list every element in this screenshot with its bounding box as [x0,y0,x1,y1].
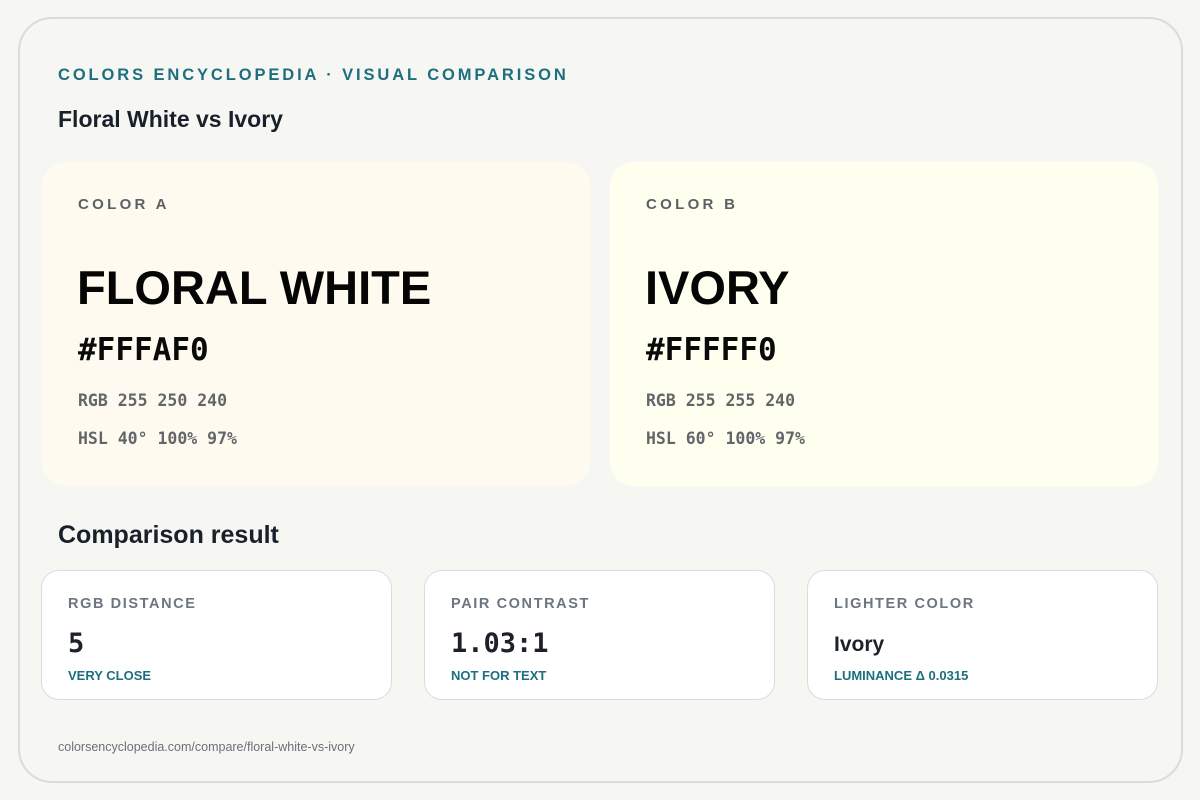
comparison-title: Comparison result [58,521,279,549]
metric-value: 5 [68,628,85,659]
color-b-name: IVORY [645,261,790,314]
color-b-rgb: RGB 255 255 240 [646,391,796,410]
metric-card-rgb-distance: RGB DISTANCE 5 VERY CLOSE [41,570,392,700]
metric-label: LIGHTER COLOR [834,596,975,612]
metric-value: Ivory [834,633,885,656]
metric-note: VERY CLOSE [68,668,152,683]
site-eyebrow: COLORS ENCYCLOPEDIA · VISUAL COMPARISON [58,66,569,84]
metric-note: LUMINANCE Δ 0.0315 [834,668,969,683]
color-card-b: COLOR B IVORY #FFFFF0 RGB 255 255 240 HS… [610,162,1158,486]
color-a-label: COLOR A [78,196,170,213]
metric-card-lighter-color: LIGHTER COLOR Ivory LUMINANCE Δ 0.0315 [807,570,1158,700]
color-a-hsl: HSL 40° 100% 97% [78,429,237,448]
metric-value: 1.03:1 [451,628,549,659]
footer-url: colorsencyclopedia.com/compare/floral-wh… [58,740,355,754]
color-a-hex: #FFFAF0 [78,332,209,368]
page-title: Floral White vs Ivory [58,106,283,132]
metric-note: NOT FOR TEXT [451,668,547,683]
color-b-label: COLOR B [646,196,739,213]
color-card-a: COLOR A FLORAL WHITE #FFFAF0 RGB 255 250… [42,162,590,486]
color-a-name: FLORAL WHITE [77,261,432,314]
metric-label: PAIR CONTRAST [451,596,590,612]
color-a-rgb: RGB 255 250 240 [78,391,228,410]
metric-label: RGB DISTANCE [68,596,197,612]
color-b-hsl: HSL 60° 100% 97% [646,429,805,448]
color-b-hex: #FFFFF0 [646,332,777,368]
metric-card-pair-contrast: PAIR CONTRAST 1.03:1 NOT FOR TEXT [424,570,775,700]
